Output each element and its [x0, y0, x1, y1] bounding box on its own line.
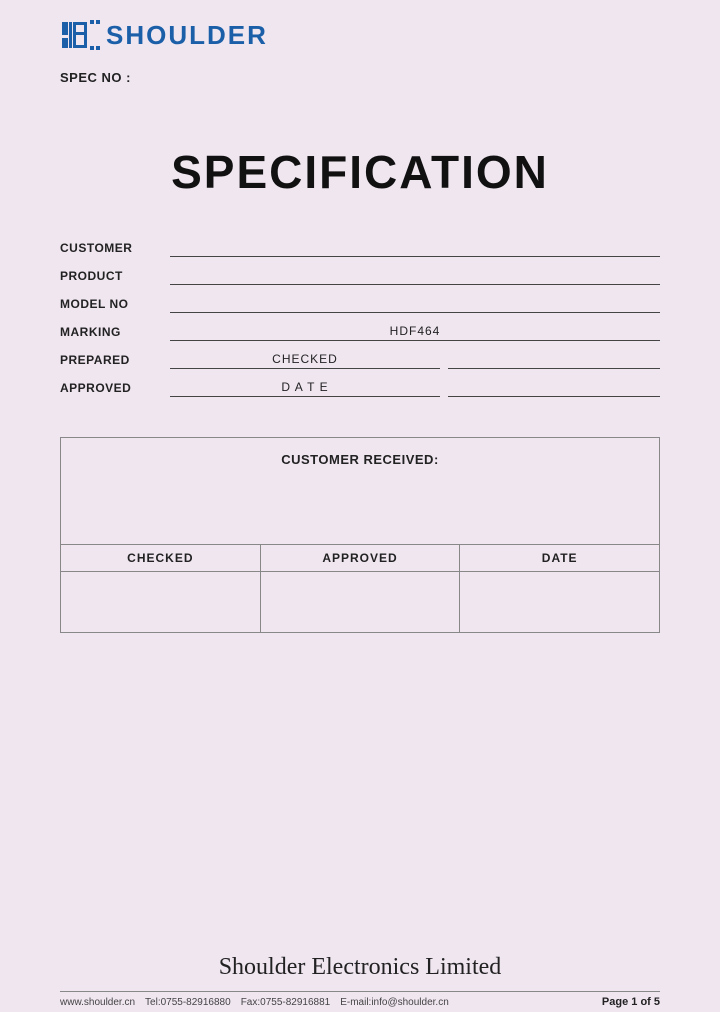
footer-page: Page 1 of 5 [602, 996, 660, 1008]
customer-row: CUSTOMER [60, 239, 660, 257]
customer-received-label: CUSTOMER RECEIVED: [281, 452, 439, 467]
info-section: CUSTOMER PRODUCT MODEL NO MARKING HDF464 [0, 239, 720, 407]
customer-label: CUSTOMER [60, 241, 170, 257]
approved-line1: D A T E [170, 379, 440, 397]
table-header-date: DATE [460, 545, 659, 571]
company-name: Shoulder Electronics Limited [60, 914, 660, 991]
footer-bar: www.shoulder.cn Tel:0755-82916880 Fax:07… [60, 991, 660, 1012]
footer-email: E-mail:info@shoulder.cn [340, 997, 449, 1008]
customer-received-body [61, 475, 659, 545]
logo-text: SHOULDER [106, 20, 268, 51]
marking-label: MARKING [60, 325, 170, 341]
table-header-checked: CHECKED [61, 545, 261, 571]
footer-website: www.shoulder.cn [60, 997, 135, 1008]
logo-area: SHOULDER [60, 18, 660, 52]
approved-label: APPROVED [60, 381, 170, 397]
main-title: SPECIFICATION [171, 145, 549, 199]
customer-table-header: CHECKED APPROVED DATE [61, 545, 659, 572]
model-no-line [170, 295, 660, 313]
prepared-value: CHECKED [272, 352, 338, 366]
product-row: PRODUCT [60, 267, 660, 285]
product-label: PRODUCT [60, 269, 170, 285]
table-body-approved [261, 572, 461, 632]
customer-line [170, 239, 660, 257]
approved-value: D A T E [281, 380, 328, 394]
main-title-area: SPECIFICATION [0, 85, 720, 239]
logo-icon [60, 18, 100, 52]
approved-row: APPROVED D A T E [60, 379, 660, 397]
product-line [170, 267, 660, 285]
header: SHOULDER [0, 0, 720, 62]
footer-tel: Tel:0755-82916880 [145, 997, 231, 1008]
footer-area: Shoulder Electronics Limited www.shoulde… [0, 914, 720, 1012]
marking-row: MARKING HDF464 [60, 323, 660, 341]
table-header-approved: APPROVED [261, 545, 461, 571]
spec-no-label: SPEC NO : [60, 70, 131, 85]
customer-table-body [61, 572, 659, 632]
approved-line2 [448, 379, 660, 397]
table-body-checked [61, 572, 261, 632]
footer-fax: Fax:0755-82916881 [241, 997, 331, 1008]
spec-no: SPEC NO : [0, 62, 720, 85]
model-no-row: MODEL NO [60, 295, 660, 313]
marking-value: HDF464 [390, 324, 441, 338]
prepared-line1: CHECKED [170, 351, 440, 369]
prepared-line2 [448, 351, 660, 369]
footer-left: www.shoulder.cn Tel:0755-82916880 Fax:07… [60, 997, 449, 1008]
customer-box: CUSTOMER RECEIVED: CHECKED APPROVED DATE [60, 437, 660, 633]
prepared-row: PREPARED CHECKED [60, 351, 660, 369]
prepared-label: PREPARED [60, 353, 170, 369]
customer-received-header: CUSTOMER RECEIVED: [61, 438, 659, 475]
marking-line: HDF464 [170, 323, 660, 341]
model-no-label: MODEL NO [60, 297, 170, 313]
table-body-date [460, 572, 659, 632]
page: SHOULDER SPEC NO : SPECIFICATION CUSTOME… [0, 0, 720, 1012]
